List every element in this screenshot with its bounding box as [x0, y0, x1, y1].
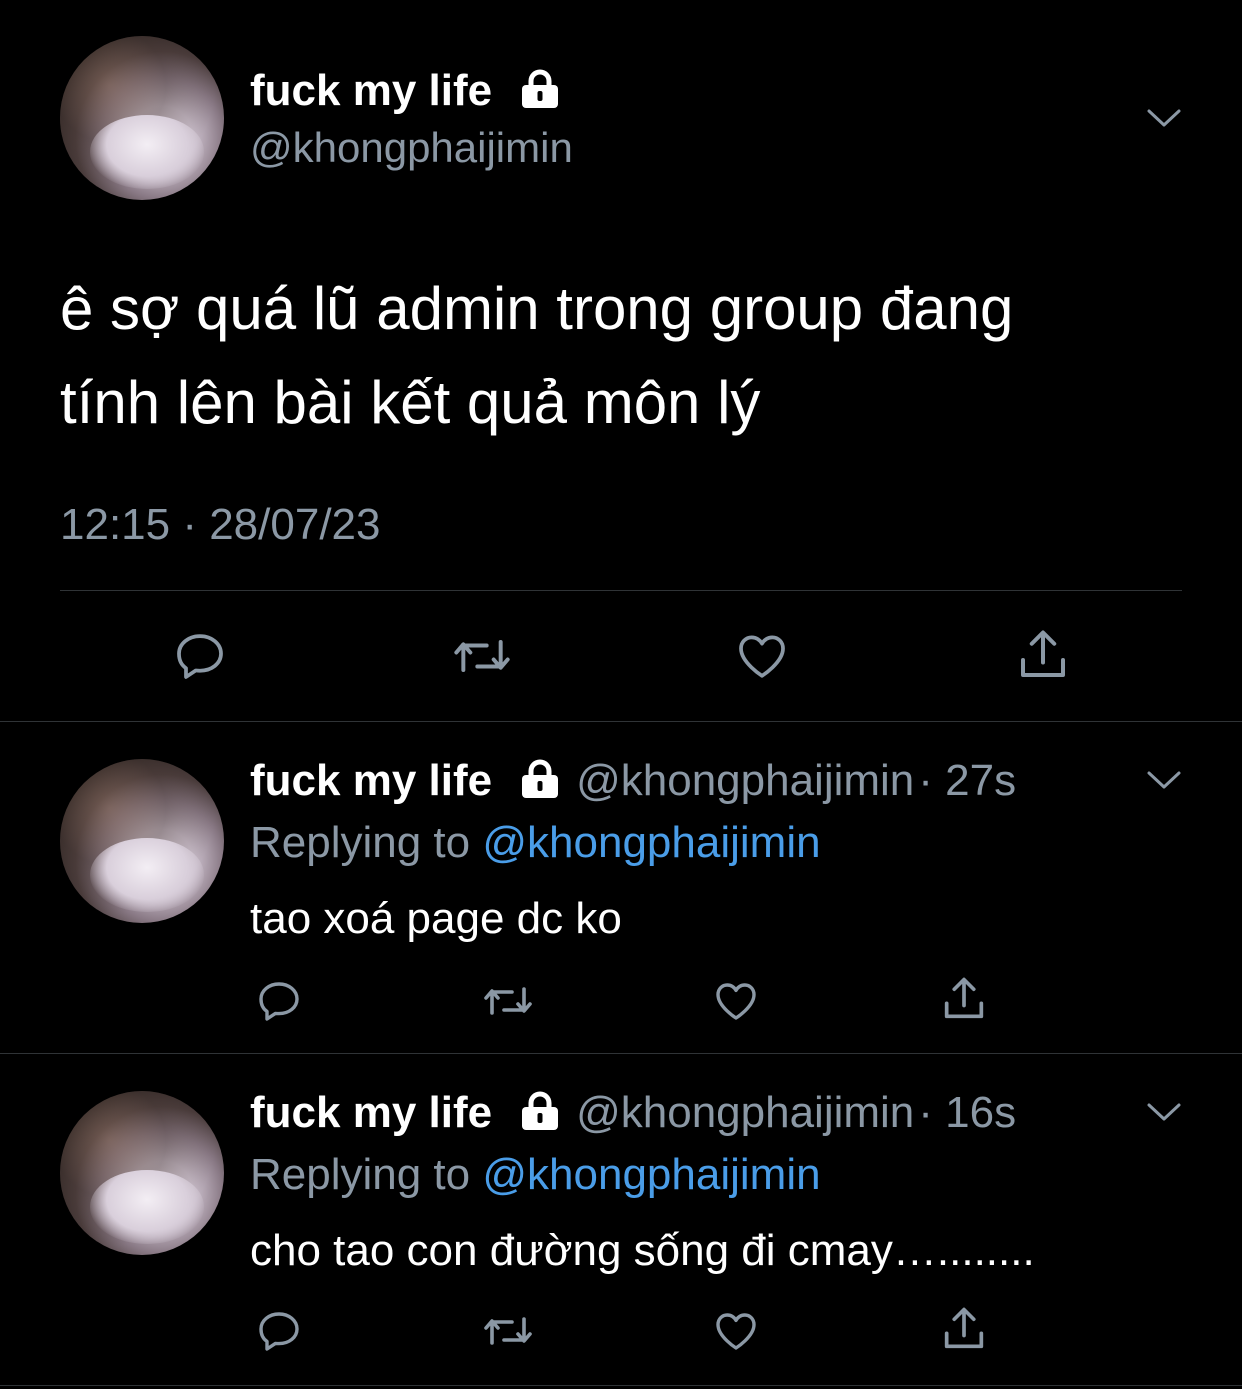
tweet-text-line: ê sợ quá lũ admin trong group đang — [60, 275, 1014, 342]
replying-to-label: Replying to — [250, 818, 471, 867]
reply-icon — [259, 1312, 299, 1351]
share-icon — [944, 1307, 984, 1349]
reply-button[interactable] — [254, 976, 304, 1026]
timestamp[interactable]: 12:15 · 28/07/23 — [60, 500, 380, 550]
display-name[interactable]: fuck my life — [250, 1088, 492, 1138]
username[interactable]: @khongphaijimin — [576, 756, 914, 806]
share-icon — [1021, 630, 1065, 677]
heart-icon — [716, 983, 756, 1020]
divider — [0, 1385, 1242, 1386]
tweet-text-line: tính lên bài kết quả môn lý — [60, 369, 761, 436]
retweet-icon — [454, 640, 510, 672]
lock-icon — [518, 69, 562, 114]
chevron-down-icon[interactable] — [1146, 106, 1182, 135]
heart-icon — [716, 1313, 756, 1350]
lock-icon — [518, 1091, 562, 1136]
display-name[interactable]: fuck my life — [250, 756, 492, 806]
retweet-icon — [484, 987, 532, 1015]
avatar[interactable] — [60, 36, 224, 200]
share-button[interactable] — [938, 972, 990, 1026]
avatar[interactable] — [60, 1091, 224, 1255]
username[interactable]: @khongphaijimin — [250, 124, 573, 172]
divider — [60, 590, 1182, 591]
lock-icon — [518, 759, 562, 804]
chevron-down-icon[interactable] — [1146, 768, 1182, 797]
reply-icon — [259, 982, 299, 1021]
retweet-icon — [484, 1317, 532, 1345]
chevron-down-icon[interactable] — [1146, 1100, 1182, 1129]
tweet-age[interactable]: · 27s — [918, 756, 1016, 806]
retweet-button[interactable] — [480, 976, 536, 1026]
like-button[interactable] — [710, 976, 762, 1026]
tweet-age[interactable]: · 16s — [918, 1088, 1016, 1138]
replying-to-label: Replying to — [250, 1150, 471, 1199]
avatar[interactable] — [60, 759, 224, 923]
like-button[interactable] — [710, 1306, 762, 1356]
share-button[interactable] — [938, 1302, 990, 1356]
replying-to-link[interactable]: @khongphaijimin — [482, 818, 820, 867]
divider — [0, 721, 1242, 722]
tweet-text: cho tao con đường sống đi cmay…........ — [250, 1226, 1035, 1275]
divider — [0, 1053, 1242, 1054]
share-icon — [944, 977, 984, 1019]
share-button[interactable] — [1012, 624, 1074, 686]
like-button[interactable] — [732, 626, 792, 686]
retweet-button[interactable] — [480, 1306, 536, 1356]
reply-button[interactable] — [170, 626, 230, 686]
tweet-text: ê sợ quá lũ admin trong group đang tính … — [60, 262, 1013, 450]
reply-button[interactable] — [254, 1306, 304, 1356]
replying-to-link[interactable]: @khongphaijimin — [482, 1150, 820, 1199]
tweet-text: tao xoá page dc ko — [250, 894, 622, 943]
retweet-button[interactable] — [450, 626, 514, 686]
username[interactable]: @khongphaijimin — [576, 1088, 914, 1138]
display-name[interactable]: fuck my life — [250, 66, 492, 116]
heart-icon — [739, 635, 785, 678]
reply-icon — [177, 634, 223, 679]
